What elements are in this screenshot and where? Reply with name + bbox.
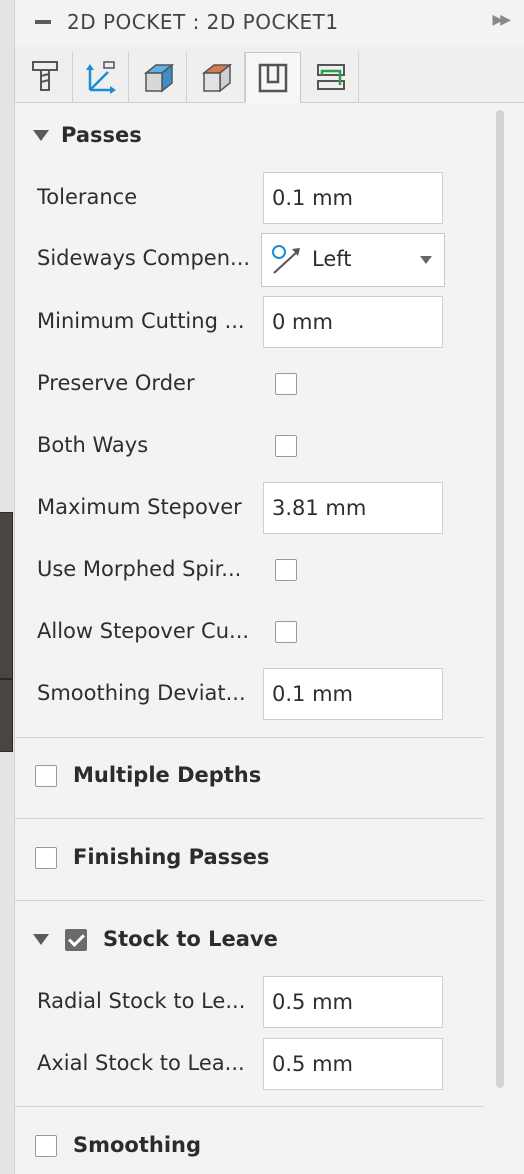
- tab-linking[interactable]: [303, 52, 359, 102]
- heights-icon: [143, 63, 174, 93]
- radial-stock-label: Radial Stock to Le...: [37, 989, 246, 1013]
- minimum-cutting-label: Minimum Cutting ...: [37, 309, 245, 333]
- axial-stock-input[interactable]: 0.5 mm: [263, 1038, 443, 1090]
- smoothing-deviation-row: Smoothing Deviat... 0.1 mm: [15, 668, 484, 720]
- panel-title: 2D POCKET : 2D POCKET1: [67, 10, 339, 34]
- minimum-cutting-value: 0 mm: [272, 310, 333, 334]
- radial-stock-row: Radial Stock to Le... 0.5 mm: [15, 976, 484, 1028]
- tab-strip: [15, 46, 524, 103]
- tab-tool[interactable]: [17, 52, 73, 102]
- divider: [15, 818, 484, 819]
- stock-to-leave-checkbox[interactable]: [65, 929, 87, 951]
- tab-passes[interactable]: [245, 52, 301, 103]
- smoothing-deviation-value: 0.1 mm: [272, 682, 353, 706]
- viewport-model-edge: [0, 512, 13, 752]
- both-ways-row: Both Ways: [15, 420, 484, 472]
- radial-stock-value: 0.5 mm: [272, 990, 353, 1014]
- linking-icon: [316, 64, 345, 90]
- smoothing-header[interactable]: Smoothing: [15, 1124, 484, 1168]
- maximum-stepover-value: 3.81 mm: [272, 496, 367, 520]
- finishing-passes-title: Finishing Passes: [73, 845, 270, 869]
- morphed-spiral-label: Use Morphed Spir...: [37, 557, 242, 581]
- preserve-order-row: Preserve Order: [15, 358, 484, 410]
- finishing-passes-checkbox[interactable]: [35, 847, 57, 869]
- allow-stepover-row: Allow Stepover Cu...: [15, 606, 484, 658]
- tab-heights[interactable]: [131, 52, 187, 102]
- tab-stock[interactable]: [189, 52, 245, 102]
- both-ways-label: Both Ways: [37, 433, 149, 457]
- minimum-cutting-input[interactable]: 0 mm: [263, 296, 443, 348]
- morphed-spiral-row: Use Morphed Spir...: [15, 544, 484, 596]
- stock-icon: [201, 63, 232, 93]
- divider: [15, 900, 484, 901]
- operation-panel: 2D POCKET : 2D POCKET1 ▶▶ Passes Toleran…: [14, 0, 524, 1174]
- collapse-triangle-icon[interactable]: [33, 934, 49, 945]
- chevron-down-icon: [420, 256, 432, 264]
- multiple-depths-checkbox[interactable]: [35, 765, 57, 787]
- smoothing-checkbox[interactable]: [35, 1135, 57, 1157]
- passes-title: Passes: [61, 123, 142, 147]
- finishing-passes-header[interactable]: Finishing Passes: [15, 836, 484, 880]
- tool-icon: [31, 61, 58, 91]
- collapse-triangle-icon[interactable]: [33, 130, 49, 141]
- panel-titlebar: 2D POCKET : 2D POCKET1 ▶▶: [15, 0, 524, 46]
- minimum-cutting-row: Minimum Cutting ... 0 mm: [15, 296, 484, 348]
- geometry-icon: [85, 61, 116, 94]
- sideways-compensation-select[interactable]: Left: [261, 233, 445, 287]
- passes-icon: [258, 63, 288, 92]
- divider: [15, 1106, 484, 1107]
- divider: [15, 737, 484, 738]
- collapse-icon[interactable]: [35, 20, 51, 24]
- sideways-compensation-value: Left: [312, 247, 352, 271]
- tolerance-label: Tolerance: [37, 185, 138, 209]
- sideways-compensation-row: Sideways Compen... Left: [15, 233, 484, 287]
- axial-stock-row: Axial Stock to Lea... 0.5 mm: [15, 1038, 484, 1090]
- stock-to-leave-header[interactable]: Stock to Leave: [15, 918, 484, 962]
- axial-stock-label: Axial Stock to Lea...: [37, 1051, 245, 1075]
- maximum-stepover-input[interactable]: 3.81 mm: [263, 482, 443, 534]
- morphed-spiral-checkbox[interactable]: [275, 559, 297, 581]
- smoothing-title: Smoothing: [73, 1133, 202, 1157]
- axial-stock-value: 0.5 mm: [272, 1052, 353, 1076]
- preserve-order-checkbox[interactable]: [275, 373, 297, 395]
- stock-to-leave-title: Stock to Leave: [103, 927, 278, 951]
- radial-stock-input[interactable]: 0.5 mm: [263, 976, 443, 1028]
- smoothing-deviation-input[interactable]: 0.1 mm: [263, 668, 443, 720]
- compensation-left-icon: [272, 245, 300, 274]
- tolerance-row: Tolerance 0.1 mm: [15, 172, 484, 224]
- tolerance-value: 0.1 mm: [272, 186, 353, 210]
- expand-icon[interactable]: ▶▶: [492, 12, 510, 28]
- preserve-order-label: Preserve Order: [37, 371, 195, 395]
- allow-stepover-label: Allow Stepover Cu...: [37, 619, 250, 643]
- tolerance-input[interactable]: 0.1 mm: [263, 172, 443, 224]
- multiple-depths-title: Multiple Depths: [73, 763, 262, 787]
- multiple-depths-header[interactable]: Multiple Depths: [15, 754, 484, 798]
- both-ways-checkbox[interactable]: [275, 435, 297, 457]
- maximum-stepover-row: Maximum Stepover 3.81 mm: [15, 482, 484, 534]
- scrollbar[interactable]: [496, 110, 504, 1088]
- smoothing-deviation-label: Smoothing Deviat...: [37, 681, 246, 705]
- passes-section-header[interactable]: Passes: [15, 114, 484, 158]
- tab-geometry[interactable]: [73, 52, 129, 102]
- maximum-stepover-label: Maximum Stepover: [37, 495, 242, 519]
- allow-stepover-checkbox[interactable]: [275, 621, 297, 643]
- sideways-compensation-label: Sideways Compen...: [37, 246, 251, 270]
